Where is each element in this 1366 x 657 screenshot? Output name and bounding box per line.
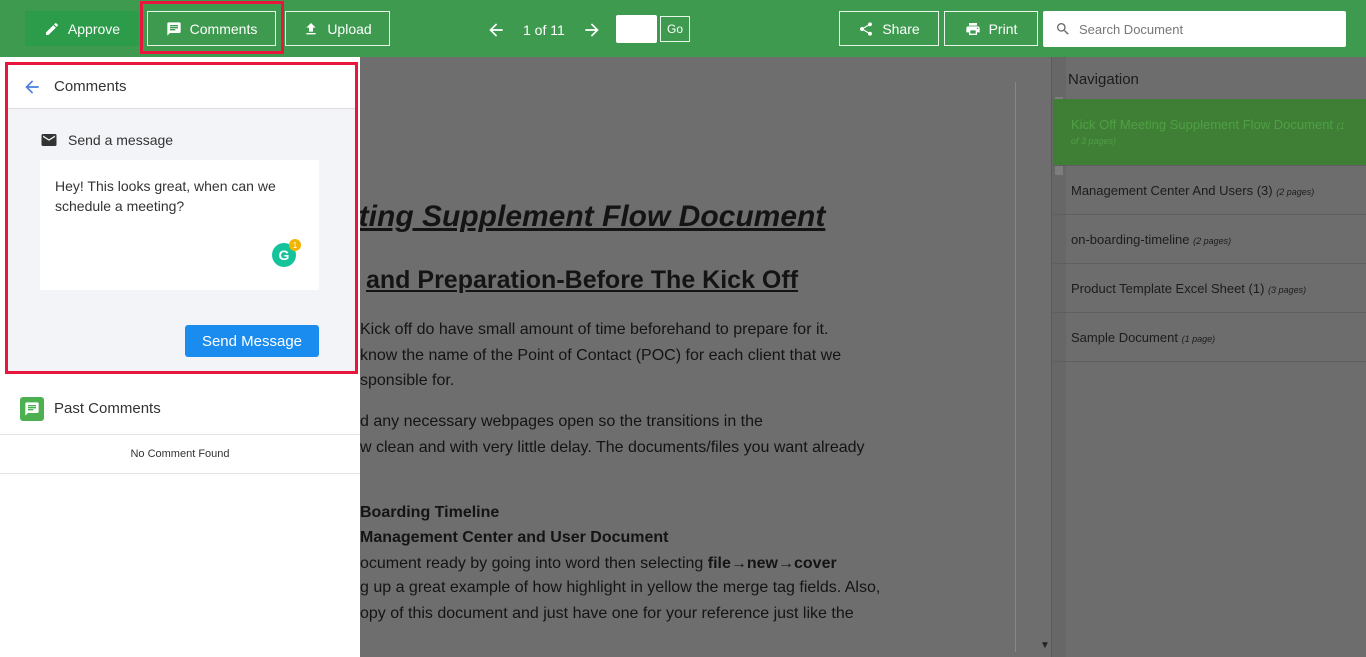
past-comments-header: Past Comments xyxy=(0,383,360,435)
navigation-item-pages: (2 pages) xyxy=(1276,186,1315,197)
compose-heading: Send a message xyxy=(40,131,173,149)
page-pager: 1 of 11 xyxy=(483,16,605,44)
upload-label: Upload xyxy=(327,20,372,37)
document-viewer: eting Supplement Flow Document and Prepa… xyxy=(360,57,1050,657)
navigation-item[interactable]: Product Template Excel Sheet (1) (3 page… xyxy=(1053,264,1366,313)
message-text: Hey! This looks great, when can we sched… xyxy=(55,178,276,214)
comments-panel-title: Comments xyxy=(54,78,127,95)
document-line-bold: file→new→cover xyxy=(707,555,837,572)
document-line: g up a great example of how highlight in… xyxy=(360,579,881,596)
empty-comments-message: No Comment Found xyxy=(0,435,360,474)
search-icon xyxy=(1057,23,1069,35)
document-line: d any necessary webpages open so the tra… xyxy=(360,413,763,430)
navigation-item[interactable]: on-boarding-timeline (2 pages) xyxy=(1053,215,1366,264)
arrow-left-icon xyxy=(489,23,503,37)
upload-icon xyxy=(306,22,316,34)
document-heading: eting Supplement Flow Document xyxy=(360,200,826,233)
previous-page-button[interactable] xyxy=(483,17,509,43)
send-message-button[interactable]: Send Message xyxy=(185,325,319,357)
approve-label: Approve xyxy=(67,20,121,37)
mail-icon xyxy=(41,134,57,146)
print-button[interactable]: Print xyxy=(944,11,1038,46)
print-label: Print xyxy=(988,20,1018,37)
navigation-list: Kick Off Meeting Supplement Flow Documen… xyxy=(1053,99,1366,362)
search-input[interactable] xyxy=(1079,21,1329,37)
navigation-item-pages: (2 pages) xyxy=(1193,235,1232,246)
navigation-item-label: Sample Document xyxy=(1071,329,1178,345)
compose-label: Send a message xyxy=(68,132,174,148)
comments-panel-header: Comments xyxy=(8,65,356,109)
document-subheading: and Preparation-Before The Kick Off xyxy=(366,266,799,294)
document-bold-line: Boarding Timeline xyxy=(360,504,500,521)
navigation-item[interactable]: Management Center And Users (3) (2 pages… xyxy=(1053,166,1366,215)
navigation-item[interactable]: Sample Document (1 page) xyxy=(1053,313,1366,362)
printer-icon xyxy=(965,22,980,35)
top-toolbar: Approve Comments Upload 1 of 11 Go Share… xyxy=(0,0,1366,57)
navigation-item-label: Product Template Excel Sheet (1) xyxy=(1071,280,1265,296)
document-bold-line: Management Center and User Document xyxy=(360,529,669,546)
back-button[interactable] xyxy=(22,77,42,97)
navigation-panel: Navigation Kick Off Meeting Supplement F… xyxy=(1051,57,1366,657)
comments-button-highlight xyxy=(140,1,284,54)
navigation-item-label: on-boarding-timeline xyxy=(1071,231,1190,247)
comment-icon xyxy=(20,396,44,421)
document-line: opy of this document and just have one f… xyxy=(360,605,854,622)
document-scrollbar[interactable] xyxy=(1015,82,1016,652)
pencil-icon xyxy=(45,22,58,35)
share-label: Share xyxy=(882,20,920,37)
navigation-item-pages: (3 pages) xyxy=(1268,284,1307,295)
document-line: sponsible for. xyxy=(360,372,455,389)
document-line: Kick off do have small amount of time be… xyxy=(360,321,829,338)
search-box xyxy=(1043,11,1346,47)
page-number-input[interactable] xyxy=(616,15,657,43)
upload-button[interactable]: Upload xyxy=(285,11,390,46)
share-icon xyxy=(860,21,873,36)
document-line-text: ocument ready by going into word then se… xyxy=(360,555,708,572)
document-line: w clean and with very little delay. The … xyxy=(360,439,865,456)
page-indicator: 1 of 11 xyxy=(523,22,565,38)
document-line: ocument ready by going into word then se… xyxy=(360,555,837,573)
compose-section: Send a message Hey! This looks great, wh… xyxy=(8,109,356,371)
navigation-item[interactable]: Kick Off Meeting Supplement Flow Documen… xyxy=(1053,99,1366,166)
message-textarea[interactable]: Hey! This looks great, when can we sched… xyxy=(40,160,319,290)
scroll-down-icon[interactable]: ▼ xyxy=(1040,640,1050,651)
navigation-title: Navigation xyxy=(1068,71,1139,88)
approve-button[interactable]: Approve xyxy=(25,11,139,46)
document-line: know the name of the Point of Contact (P… xyxy=(360,347,842,364)
comments-panel: Comments Send a message Hey! This looks … xyxy=(0,57,360,657)
grammarly-count-badge: 1 xyxy=(289,239,301,251)
arrow-left-icon xyxy=(25,79,39,94)
share-button[interactable]: Share xyxy=(839,11,939,46)
navigation-item-label: Kick Off Meeting Supplement Flow Documen… xyxy=(1071,117,1334,132)
navigation-item-label: Management Center And Users (3) xyxy=(1071,182,1273,198)
navigation-item-pages: (1 page) xyxy=(1181,333,1216,344)
go-button[interactable]: Go xyxy=(660,16,690,42)
next-page-button[interactable] xyxy=(579,17,605,43)
arrow-right-icon xyxy=(585,23,599,37)
past-comments-title: Past Comments xyxy=(54,400,161,417)
